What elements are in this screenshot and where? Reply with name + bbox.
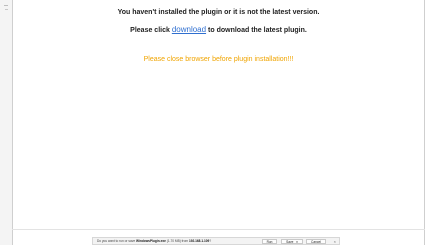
save-button-label: Save — [286, 240, 294, 244]
download-instruction-prefix: Please click — [130, 27, 170, 34]
download-link[interactable]: download — [172, 25, 206, 34]
gutter-mark — [5, 9, 8, 10]
close-icon[interactable]: × — [334, 239, 336, 244]
save-button[interactable]: Save ▾ — [281, 239, 303, 244]
download-instruction: Please click download to download the la… — [13, 25, 424, 34]
download-prompt-prefix: Do you want to run or save — [97, 239, 136, 243]
chevron-down-icon[interactable]: ▾ — [296, 240, 298, 244]
download-prompt-text: Do you want to run or save WindowsPlugin… — [97, 239, 211, 243]
cancel-button[interactable]: Cancel — [306, 239, 326, 244]
download-notification-bar: Do you want to run or save WindowsPlugin… — [92, 237, 340, 245]
download-file-name: WindowsPlugin.exe — [135, 239, 166, 243]
gutter-mark — [4, 5, 8, 6]
left-gutter — [0, 0, 12, 245]
download-host: 192.168.1.109 — [188, 239, 210, 243]
close-browser-warning: Please close browser before plugin insta… — [143, 56, 294, 63]
download-prompt-suffix: ? — [209, 239, 212, 243]
download-file-size: (1.70 MB) from — [166, 239, 189, 243]
run-button[interactable]: Run — [262, 239, 277, 244]
plugin-missing-message: You haven't installed the plugin or it i… — [117, 9, 320, 16]
bottom-divider — [12, 229, 425, 230]
download-instruction-suffix: to download the latest plugin. — [208, 27, 307, 34]
page-frame: You haven't installed the plugin or it i… — [12, 0, 425, 245]
